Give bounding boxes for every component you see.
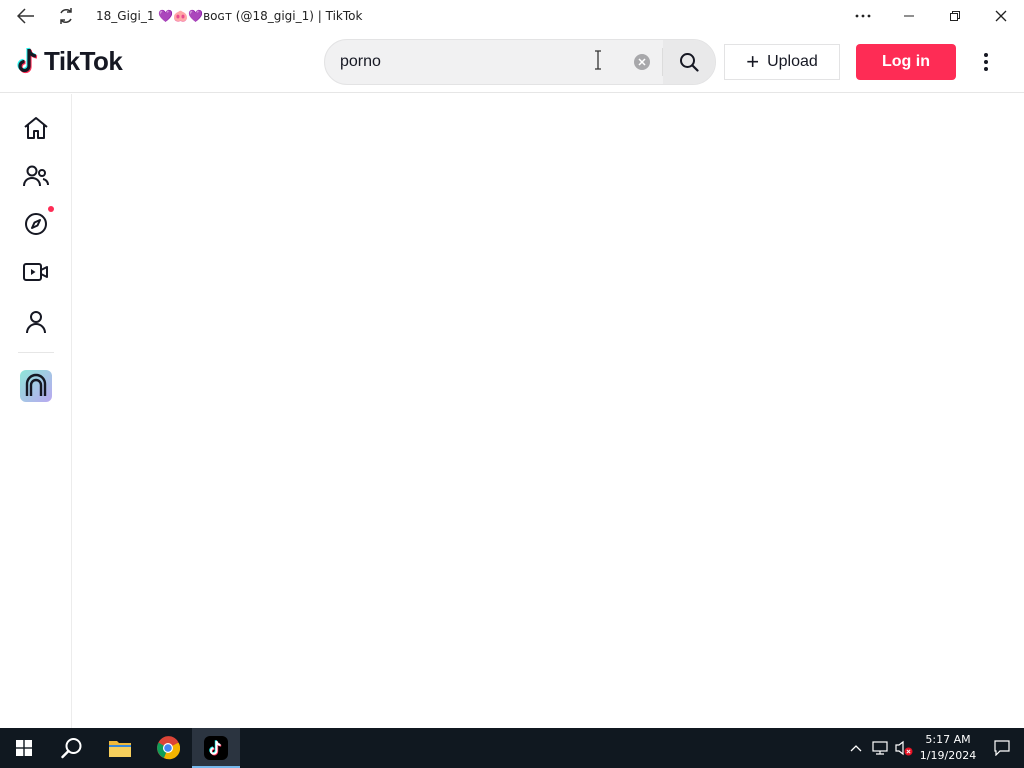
- people-icon: [23, 165, 49, 187]
- main-content: [72, 94, 1024, 728]
- chevron-up-icon: [850, 745, 862, 752]
- volume-button[interactable]: [892, 728, 916, 768]
- more-menu-button[interactable]: [972, 46, 1000, 78]
- clock-time: 5:17 AM: [925, 733, 971, 746]
- sidebar-item-profile[interactable]: [16, 302, 56, 342]
- notification-icon: [994, 740, 1010, 756]
- search-icon: [680, 53, 699, 72]
- home-icon: [24, 117, 48, 139]
- upload-button[interactable]: + Upload: [724, 44, 840, 80]
- restore-icon: [950, 11, 960, 21]
- plus-icon: +: [746, 49, 760, 74]
- volume-muted-icon: [895, 740, 913, 756]
- video-camera-icon: [23, 263, 48, 281]
- tiktok-logo[interactable]: TikTok: [16, 45, 123, 77]
- upload-label: Upload: [767, 53, 818, 70]
- clear-search-button[interactable]: [634, 54, 650, 70]
- start-button[interactable]: [0, 728, 48, 768]
- clock-date: 1/19/2024: [919, 749, 977, 762]
- sidebar-item-home[interactable]: [16, 108, 56, 148]
- close-icon: [995, 10, 1007, 22]
- refresh-button[interactable]: [46, 0, 86, 32]
- notification-dot: [48, 206, 54, 212]
- vertical-ellipsis-icon: [984, 53, 988, 71]
- taskbar-chrome[interactable]: [144, 728, 192, 768]
- restore-button[interactable]: [932, 0, 978, 32]
- sidebar-divider: [18, 352, 54, 353]
- taskbar-file-explorer[interactable]: [96, 728, 144, 768]
- logo-wordmark: TikTok: [44, 45, 123, 76]
- minimize-icon: [904, 15, 914, 17]
- refresh-icon: [60, 8, 72, 24]
- ellipsis-icon: [855, 14, 871, 18]
- network-button[interactable]: [868, 728, 892, 768]
- search-icon: [61, 738, 82, 759]
- close-button[interactable]: [978, 0, 1024, 32]
- tiktok-note-icon: [17, 47, 38, 74]
- taskbar-search-button[interactable]: [48, 728, 96, 768]
- taskbar-tiktok[interactable]: [192, 728, 240, 768]
- network-icon: [872, 741, 888, 755]
- folder-icon: [109, 741, 131, 757]
- window-titlebar: 18_Gigi_1 💜🐽💜ʙᴏɢᴛ (@18_gigi_1) | TikTok: [0, 0, 1024, 32]
- sidebar-item-live[interactable]: [16, 252, 56, 292]
- windows-logo-icon: [16, 740, 32, 756]
- tiktok-app-icon: [204, 736, 228, 760]
- action-center-button[interactable]: [980, 728, 1024, 768]
- back-button[interactable]: [6, 0, 46, 32]
- sidebar-item-following[interactable]: [16, 156, 56, 196]
- site-header: TikTok + Upload Log in: [0, 32, 1024, 93]
- system-tray: 5:17 AM 1/19/2024: [844, 728, 1024, 768]
- effect-house-icon: [20, 370, 52, 402]
- text-cursor-icon: [595, 50, 601, 70]
- search-input[interactable]: [325, 40, 634, 84]
- more-options-button[interactable]: [840, 0, 886, 32]
- taskbar-clock[interactable]: 5:17 AM 1/19/2024: [916, 732, 980, 764]
- sidebar-nav: [0, 94, 72, 728]
- user-icon: [26, 311, 46, 334]
- minimize-button[interactable]: [886, 0, 932, 32]
- chrome-icon: [157, 736, 180, 760]
- search-button[interactable]: [663, 40, 715, 84]
- show-hidden-icons-button[interactable]: [844, 728, 868, 768]
- window-title: 18_Gigi_1 💜🐽💜ʙᴏɢᴛ (@18_gigi_1) | TikTok: [96, 9, 363, 23]
- taskbar: 5:17 AM 1/19/2024: [0, 728, 1024, 768]
- arrow-left-icon: [17, 8, 34, 24]
- sidebar-item-effect-house[interactable]: [16, 366, 56, 406]
- sidebar-item-explore[interactable]: [16, 204, 56, 244]
- compass-icon: [25, 213, 47, 235]
- login-button[interactable]: Log in: [856, 44, 956, 80]
- close-icon: [638, 58, 646, 66]
- search-bar: [324, 39, 716, 85]
